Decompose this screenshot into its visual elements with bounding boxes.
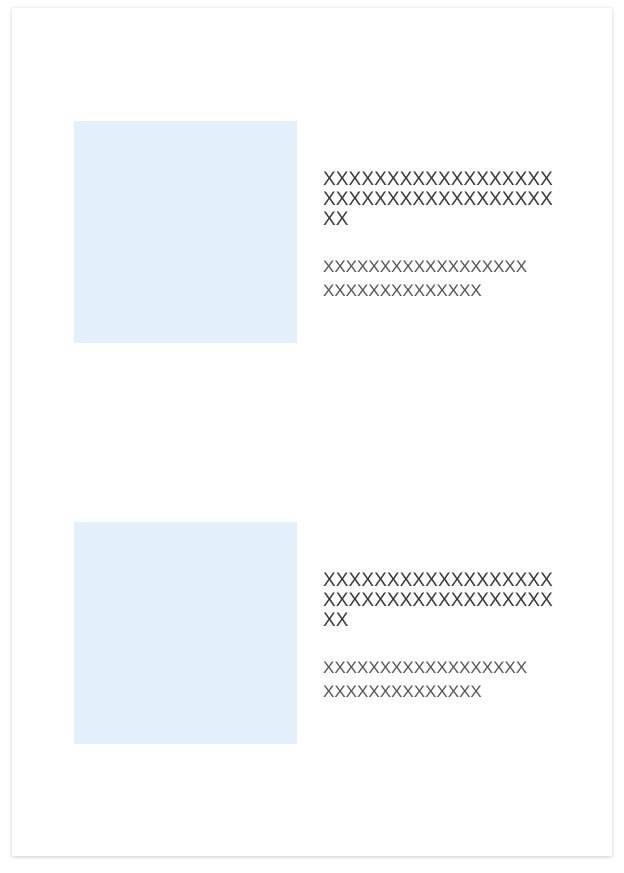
image-placeholder <box>74 522 297 744</box>
card-title: XXXXXXXXXXXXXXXXXXXXXXXXXXXXXXXXXXXXXX <box>323 169 553 230</box>
card-description-line: XXXXXXXXXXXXXX <box>323 682 482 701</box>
image-placeholder <box>74 121 297 343</box>
card-description-line: XXXXXXXXXXXXXXXXXX <box>323 658 528 677</box>
card-description: XXXXXXXXXXXXXXXXXX XXXXXXXXXXXXXX <box>323 255 549 303</box>
card-title: XXXXXXXXXXXXXXXXXXXXXXXXXXXXXXXXXXXXXX <box>323 570 553 631</box>
content-card: XXXXXXXXXXXXXXXXXXXXXXXXXXXXXXXXXXXXXX X… <box>74 121 554 344</box>
card-description: XXXXXXXXXXXXXXXXXX XXXXXXXXXXXXXX <box>323 656 549 704</box>
content-card: XXXXXXXXXXXXXXXXXXXXXXXXXXXXXXXXXXXXXX X… <box>74 522 554 745</box>
card-description-line: XXXXXXXXXXXXXX <box>323 281 482 300</box>
card-description-line: XXXXXXXXXXXXXXXXXX <box>323 257 528 276</box>
document-page: XXXXXXXXXXXXXXXXXXXXXXXXXXXXXXXXXXXXXX X… <box>12 8 612 856</box>
